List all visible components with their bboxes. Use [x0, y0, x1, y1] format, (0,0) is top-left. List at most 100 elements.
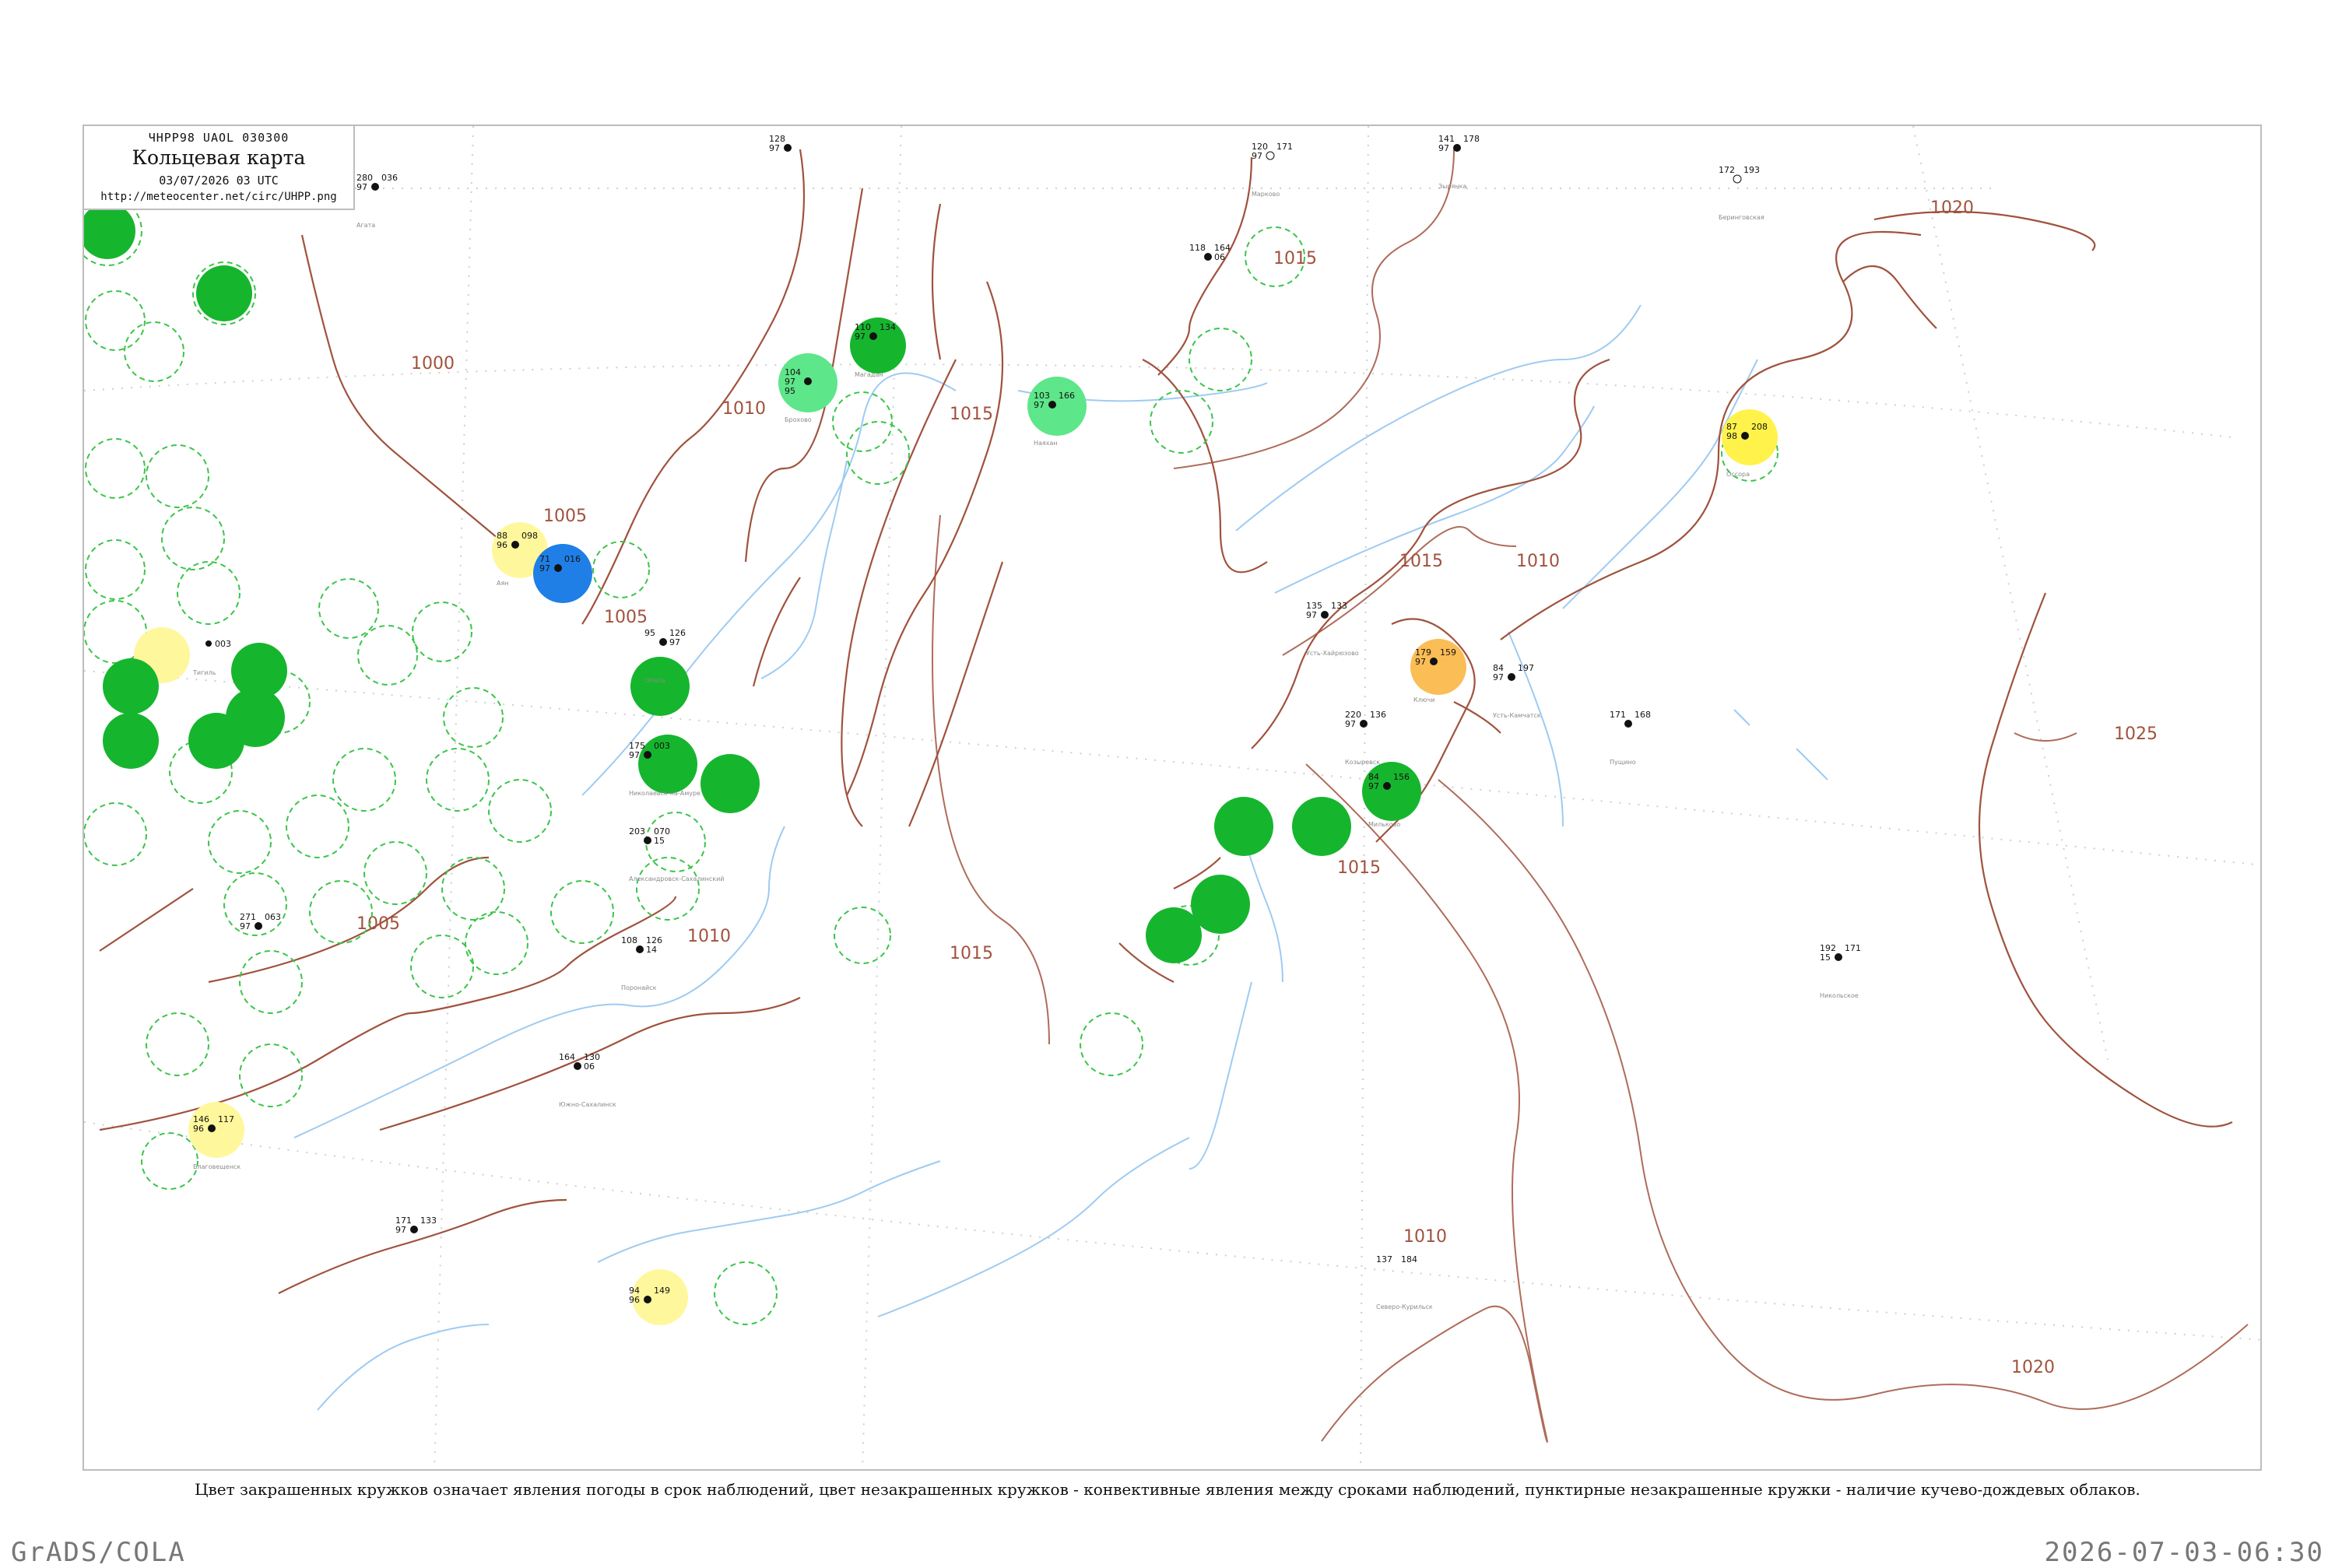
svg-text:15: 15	[654, 836, 665, 846]
svg-text:197: 197	[1518, 663, 1534, 673]
svg-text:97: 97	[1345, 719, 1356, 729]
svg-text:Беринговская: Беринговская	[1719, 214, 1764, 221]
render-timestamp: 2026-07-03-06:30	[2044, 1537, 2324, 1568]
station-plot: 12897	[769, 134, 792, 153]
svg-text:172: 172	[1719, 165, 1735, 175]
svg-text:Марково: Марково	[1252, 191, 1280, 198]
station-plot: 12097171Марково	[1252, 142, 1293, 198]
svg-text:193: 193	[1743, 165, 1760, 175]
svg-text:Северо-Курильск: Северо-Курильск	[1376, 1303, 1433, 1310]
svg-text:203: 203	[629, 826, 645, 837]
svg-text:063: 063	[265, 912, 281, 922]
svg-text:118: 118	[1189, 243, 1206, 253]
svg-text:133: 133	[420, 1215, 437, 1226]
weather-map[interactable]: 1000 1005 1005 1005 1010 1010 1015 1015 …	[84, 126, 2262, 1471]
station-plot: 171 168 Пущино	[1610, 710, 1651, 766]
report-code: ЧНРР98 UAOL 030300	[148, 131, 290, 145]
isobar-label: 1010	[1516, 552, 1560, 571]
svg-text:97: 97	[1368, 781, 1379, 791]
svg-text:97: 97	[395, 1225, 406, 1235]
station-plot: 8497197Усть-Камчатск	[1493, 663, 1541, 719]
svg-text:Мильково: Мильково	[1368, 821, 1400, 828]
svg-text:171: 171	[1276, 142, 1293, 152]
svg-text:Зырянка: Зырянка	[1438, 183, 1466, 190]
svg-text:178: 178	[1463, 134, 1480, 144]
svg-text:97: 97	[356, 182, 367, 192]
svg-text:97: 97	[1493, 672, 1504, 682]
legend-caption: Цвет закрашенных кружков означает явлени…	[195, 1480, 2140, 1499]
svg-text:96: 96	[193, 1124, 204, 1134]
svg-text:164: 164	[559, 1052, 575, 1062]
svg-text:06: 06	[584, 1061, 595, 1072]
svg-text:159: 159	[1440, 647, 1456, 658]
isobar-label: 1020	[2011, 1358, 2055, 1377]
station-plot: 19215171Никольское	[1820, 943, 1861, 999]
station-plot: 003 Тигиль	[192, 639, 231, 676]
station-plot: 14197178Зырянка	[1438, 134, 1480, 190]
svg-text:208: 208	[1751, 422, 1768, 432]
rivers	[293, 304, 1828, 1411]
svg-text:184: 184	[1401, 1254, 1417, 1265]
svg-text:06: 06	[1214, 252, 1225, 262]
isobar-label: 1015	[1337, 858, 1381, 878]
map-url[interactable]: http://meteocenter.net/circ/UHPP.png	[84, 191, 353, 203]
map-title: Кольцевая карта	[132, 146, 306, 169]
isobar-label: 1005	[543, 507, 587, 526]
svg-text:166: 166	[1059, 391, 1075, 401]
svg-text:Оссора: Оссора	[1726, 471, 1750, 478]
station-plot: 172 193 Беринговская	[1719, 165, 1764, 221]
svg-text:Козыревск: Козыревск	[1345, 759, 1380, 766]
svg-text:171: 171	[1610, 710, 1626, 720]
svg-text:Аян: Аян	[497, 580, 509, 587]
svg-text:97: 97	[669, 637, 680, 647]
svg-text:Южно-Сахалинск: Южно-Сахалинск	[559, 1101, 616, 1108]
svg-text:97: 97	[240, 921, 251, 931]
svg-text:117: 117	[218, 1114, 234, 1124]
svg-text:Магадан: Магадан	[855, 371, 883, 378]
svg-text:97: 97	[1438, 143, 1449, 153]
svg-text:003: 003	[215, 639, 231, 649]
svg-text:137: 137	[1376, 1254, 1392, 1265]
svg-text:95: 95	[785, 386, 795, 396]
svg-text:Николаевск-на-Амуре: Николаевск-на-Амуре	[629, 790, 700, 797]
svg-text:96: 96	[497, 540, 507, 550]
svg-text:108: 108	[621, 935, 637, 945]
station-plot: 17197133	[395, 1215, 437, 1235]
station-plot: 118 16406	[1189, 243, 1231, 262]
isobar-label: 1015	[1273, 249, 1317, 268]
isobar-label: 1015	[950, 944, 993, 963]
svg-text:136: 136	[1370, 710, 1386, 720]
svg-text:Наяхан: Наяхан	[1034, 440, 1058, 447]
map-title-box: ЧНРР98 UAOL 030300 Кольцевая карта 03/07…	[84, 126, 355, 210]
isobar-label: 1020	[1930, 198, 1974, 218]
station-plot: 28097036Агата	[356, 173, 398, 229]
isobar-label: 1010	[722, 399, 766, 419]
isobar-label: 1025	[2114, 724, 2158, 744]
isobar-label: 1010	[687, 927, 731, 946]
isobar-label: 1010	[1403, 1227, 1447, 1247]
svg-text:134: 134	[880, 322, 896, 332]
svg-text:133: 133	[1331, 601, 1347, 611]
svg-text:98: 98	[1726, 431, 1737, 441]
station-plot: 22097136Козыревск	[1345, 710, 1386, 766]
svg-text:Усть-Камчатск: Усть-Камчатск	[1493, 712, 1541, 719]
svg-text:97: 97	[539, 563, 550, 574]
map-datetime: 03/07/2026 03 UTC	[159, 174, 279, 188]
coastlines	[99, 149, 2233, 1294]
map-frame: 1000 1005 1005 1005 1010 1010 1015 1015 …	[83, 125, 2262, 1471]
svg-text:171: 171	[1845, 943, 1861, 953]
svg-text:Благовещенск: Благовещенск	[193, 1163, 241, 1170]
station-plot: 203 07015Александровск-Сахалинский	[629, 826, 725, 882]
station-plot: 27197063	[240, 912, 281, 931]
svg-text:036: 036	[381, 173, 398, 183]
isobar-label: 1015	[950, 405, 993, 424]
svg-text:Опала: Опала	[644, 677, 665, 684]
svg-text:97: 97	[855, 331, 866, 342]
isobar-label: 1005	[604, 608, 648, 627]
svg-text:168: 168	[1634, 710, 1651, 720]
station-plot: 137 184 Северо-Курильск	[1376, 1254, 1433, 1310]
svg-text:97: 97	[1252, 151, 1262, 161]
svg-text:Брохово: Брохово	[785, 416, 812, 423]
svg-text:Тигиль: Тигиль	[192, 669, 216, 676]
svg-text:003: 003	[654, 741, 670, 751]
